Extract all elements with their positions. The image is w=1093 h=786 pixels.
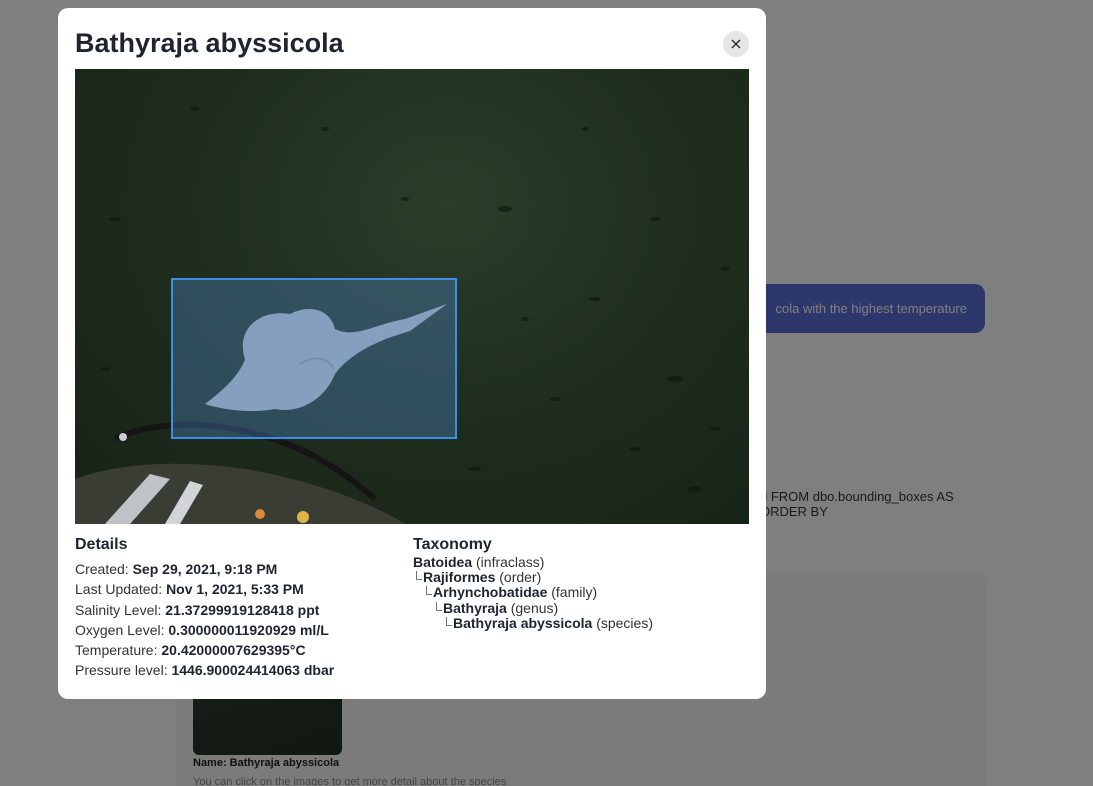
- taxon-rank: (genus): [510, 599, 559, 616]
- tree-elbow-icon: [416, 571, 422, 581]
- taxonomy-item-family: Arhynchobatidae (family): [413, 585, 753, 600]
- detail-label: Created:: [75, 561, 129, 577]
- taxonomy-item-species: Bathyraja abyssicola (species): [413, 614, 753, 631]
- taxon-rank: (infraclass): [476, 554, 545, 570]
- details-heading: Details: [75, 536, 128, 553]
- tree-elbow-icon: [436, 601, 442, 611]
- taxon-name: Bathyraja abyssicola: [453, 614, 593, 631]
- detail-temperature: Temperature: 20.42000007629395°C: [75, 640, 405, 660]
- detail-value: Sep 29, 2021, 9:18 PM: [132, 561, 278, 577]
- detail-label: Oxygen Level:: [75, 621, 165, 638]
- detail-label: Salinity Level:: [75, 601, 162, 618]
- taxonomy-item-genus: Bathyraja (genus): [413, 599, 753, 616]
- detail-value: 0.300000011920929 ml/L: [168, 621, 329, 638]
- detail-salinity: Salinity Level: 21.37299919128418 ppt: [75, 600, 405, 620]
- details-section: Details Created: Sep 29, 2021, 9:18 PM L…: [75, 536, 405, 681]
- detail-value: 20.42000007629395°C: [161, 642, 306, 659]
- taxon-rank: (order): [499, 569, 542, 586]
- tree-elbow-icon: [446, 616, 452, 626]
- detail-value: Nov 1, 2021, 5:33 PM: [166, 581, 304, 598]
- taxon-name: Rajiformes: [423, 569, 496, 586]
- detail-last-updated: Last Updated: Nov 1, 2021, 5:33 PM: [75, 579, 405, 599]
- close-button[interactable]: ×: [723, 31, 749, 57]
- detail-oxygen: Oxygen Level: 0.300000011920929 ml/L: [75, 620, 405, 640]
- species-photo: [75, 69, 749, 524]
- taxon-name: Bathyraja: [443, 599, 507, 616]
- tree-elbow-icon: [426, 586, 432, 596]
- taxon-rank: (family): [551, 584, 598, 601]
- taxonomy-heading: Taxonomy: [413, 536, 492, 553]
- bounding-box: [171, 278, 457, 439]
- modal-title: Bathyraja abyssicola: [75, 28, 344, 58]
- detail-label: Temperature:: [75, 642, 158, 659]
- taxon-name: Batoidea: [413, 554, 473, 570]
- detail-pressure: Pressure level: 1446.900024414063 dbar: [75, 660, 405, 680]
- taxonomy-item-infraclass: Batoidea (infraclass): [413, 554, 753, 570]
- detail-label: Pressure level:: [75, 662, 168, 679]
- taxonomy-section: Taxonomy Batoidea (infraclass) Rajiforme…: [413, 536, 753, 631]
- taxon-rank: (species): [596, 614, 653, 631]
- detail-created: Created: Sep 29, 2021, 9:18 PM: [75, 559, 405, 579]
- detail-value: 1446.900024414063 dbar: [171, 662, 335, 679]
- taxon-name: Arhynchobatidae: [433, 584, 548, 601]
- detail-value: 21.37299919128418 ppt: [165, 601, 320, 618]
- detail-label: Last Updated:: [75, 581, 163, 598]
- taxonomy-item-order: Rajiformes (order): [413, 570, 753, 585]
- species-detail-modal: Bathyraja abyssicola × Details Created: …: [58, 8, 766, 699]
